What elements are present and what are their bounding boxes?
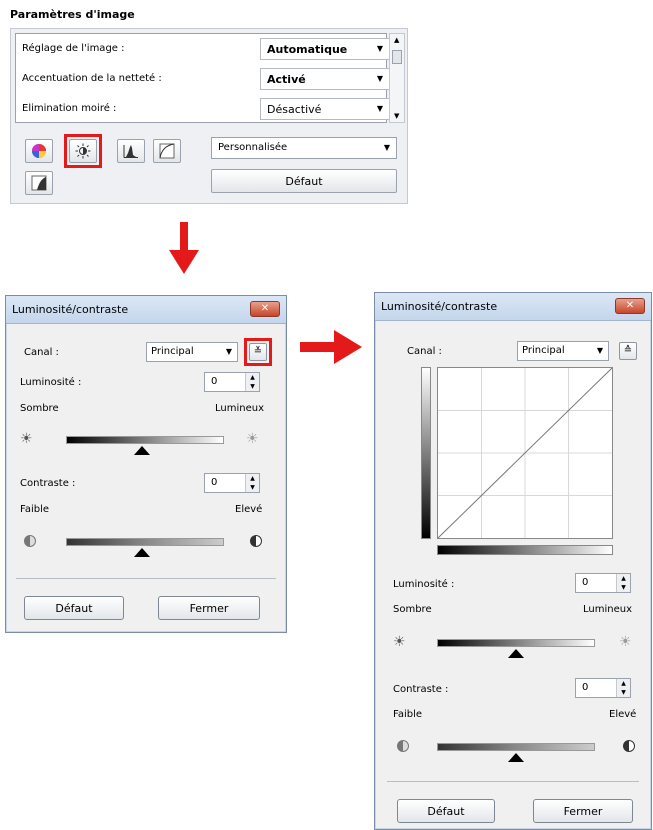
spin-arrows-icon[interactable]: ▲ ▼ <box>616 679 630 697</box>
high-label: Elevé <box>235 504 263 515</box>
dropdown-arrow-icon: ▼ <box>376 74 383 83</box>
color-balance-icon <box>32 144 46 158</box>
sharpness-select[interactable]: Activé ▼ <box>260 68 390 90</box>
sun-dark-icon: ☀ <box>20 431 33 447</box>
setting-row-sharpness: Accentuation de la netteté : Activé ▼ <box>16 64 390 94</box>
close-icon[interactable]: ✕ <box>615 298 645 314</box>
dropdown-arrow-icon: ▼ <box>596 346 603 355</box>
dropdown-arrow-icon: ▼ <box>376 44 383 53</box>
spin-arrows-icon[interactable]: ▲ ▼ <box>245 474 259 492</box>
low-label: Faible <box>20 504 50 515</box>
contrast-value[interactable]: 0 <box>211 477 217 488</box>
threshold-button[interactable] <box>25 171 53 195</box>
mode-select[interactable]: Personnalisée ▼ <box>211 137 397 159</box>
channel-label: Canal : <box>24 347 59 358</box>
dropdown-arrow-icon: ▼ <box>225 347 232 356</box>
highlight-frame <box>244 338 272 366</box>
setting-row-image-adjust: Réglage de l'image : Automatique ▼ <box>16 34 390 64</box>
brightness-slider-track[interactable] <box>66 436 224 444</box>
contrast-low-icon <box>24 535 36 547</box>
close-icon[interactable]: ✕ <box>250 301 280 317</box>
dark-label: Sombre <box>393 604 432 615</box>
sun-bright-icon: ☀ <box>619 634 632 650</box>
separator <box>16 578 276 579</box>
contrast-value[interactable]: 0 <box>582 682 588 693</box>
brightness-contrast-dialog-expanded: Luminosité/contraste ✕ Canal : Principal… <box>374 292 652 830</box>
image-settings-title: Paramètres d'image <box>10 8 135 21</box>
brightness-value[interactable]: 0 <box>582 577 588 588</box>
close-button[interactable]: Fermer <box>158 596 260 620</box>
image-adjust-select[interactable]: Automatique ▼ <box>260 38 390 60</box>
histogram-button[interactable] <box>117 139 145 163</box>
collapse-chevron-icon[interactable]: ≙ <box>619 342 637 360</box>
contrast-spinbox[interactable]: 0 ▲ ▼ <box>575 678 631 698</box>
bright-label: Lumineux <box>583 604 632 615</box>
default-button[interactable]: Défaut <box>397 799 495 823</box>
dialog-titlebar: Luminosité/contraste ✕ <box>6 296 286 324</box>
setting-row-descreen: Elimination moiré : Désactivé ▼ <box>16 94 390 124</box>
arrow-right-icon <box>300 330 362 364</box>
brightness-slider-track[interactable] <box>437 639 595 647</box>
brightness-spinbox[interactable]: 0 ▲ ▼ <box>575 573 631 593</box>
image-settings-panel: Réglage de l'image : Automatique ▼ Accent… <box>10 28 408 204</box>
dropdown-arrow-icon: ▼ <box>383 143 390 152</box>
spin-arrows-icon[interactable]: ▲ ▼ <box>616 574 630 592</box>
brightness-spinbox[interactable]: 0 ▲ ▼ <box>204 372 260 392</box>
contrast-slider-thumb[interactable] <box>134 548 150 557</box>
setting-label: Accentuation de la netteté : <box>22 73 162 84</box>
brightness-label: Luminosité : <box>393 579 455 590</box>
input-gradient-bar <box>437 545 613 555</box>
brightness-contrast-dialog: Luminosité/contraste ✕ Canal : Principal… <box>5 295 287 633</box>
dark-label: Sombre <box>20 403 59 414</box>
tone-curve-button[interactable] <box>153 139 181 163</box>
contrast-slider-track[interactable] <box>66 538 224 546</box>
contrast-low-icon <box>397 740 409 752</box>
highlight-frame <box>64 134 102 168</box>
tone-curve-graph[interactable] <box>437 367 613 539</box>
scroll-up-icon[interactable]: ▲ <box>394 36 399 44</box>
channel-label: Canal : <box>407 346 442 357</box>
dialog-title: Luminosité/contraste <box>12 303 129 316</box>
settings-list: Réglage de l'image : Automatique ▼ Accent… <box>15 33 390 124</box>
default-button[interactable]: Défaut <box>24 596 124 620</box>
brightness-slider-thumb[interactable] <box>508 649 524 658</box>
descreen-select[interactable]: Désactivé ▼ <box>260 98 390 120</box>
setting-label: Réglage de l'image : <box>22 43 125 54</box>
scroll-thumb[interactable] <box>392 50 402 64</box>
brightness-label: Luminosité : <box>20 377 82 388</box>
histogram-icon <box>123 145 138 158</box>
output-gradient-bar <box>421 367 431 539</box>
contrast-high-icon <box>623 740 635 752</box>
contrast-high-icon <box>250 535 262 547</box>
low-label: Faible <box>393 709 423 720</box>
high-label: Elevé <box>609 709 637 720</box>
channel-select[interactable]: Principal ▼ <box>146 342 238 362</box>
tone-curve-icon <box>159 143 175 159</box>
tone-curve-plot <box>437 367 613 539</box>
default-button[interactable]: Défaut <box>211 169 397 193</box>
contrast-label: Contraste : <box>20 478 76 489</box>
spin-arrows-icon[interactable]: ▲ ▼ <box>245 373 259 391</box>
sun-dark-icon: ☀ <box>393 634 406 650</box>
sun-bright-icon: ☀ <box>246 431 259 447</box>
color-balance-button[interactable] <box>25 139 53 163</box>
scroll-down-icon[interactable]: ▼ <box>394 112 399 120</box>
contrast-spinbox[interactable]: 0 ▲ ▼ <box>204 473 260 493</box>
channel-select[interactable]: Principal ▼ <box>517 341 609 361</box>
arrow-down-icon <box>169 222 199 274</box>
setting-label: Elimination moiré : <box>22 103 117 114</box>
contrast-slider-thumb[interactable] <box>508 753 524 762</box>
close-button[interactable]: Fermer <box>533 799 633 823</box>
dropdown-arrow-icon: ▼ <box>376 104 383 113</box>
bright-label: Lumineux <box>215 403 264 414</box>
brightness-slider-thumb[interactable] <box>134 446 150 455</box>
separator <box>387 781 639 782</box>
brightness-value[interactable]: 0 <box>211 376 217 387</box>
contrast-slider-track[interactable] <box>437 743 595 751</box>
threshold-icon <box>31 175 47 191</box>
dialog-titlebar: Luminosité/contraste ✕ <box>375 293 651 321</box>
dialog-title: Luminosité/contraste <box>381 300 498 313</box>
settings-scrollbar[interactable]: ▲ ▼ <box>389 33 405 123</box>
contrast-label: Contraste : <box>393 684 449 695</box>
